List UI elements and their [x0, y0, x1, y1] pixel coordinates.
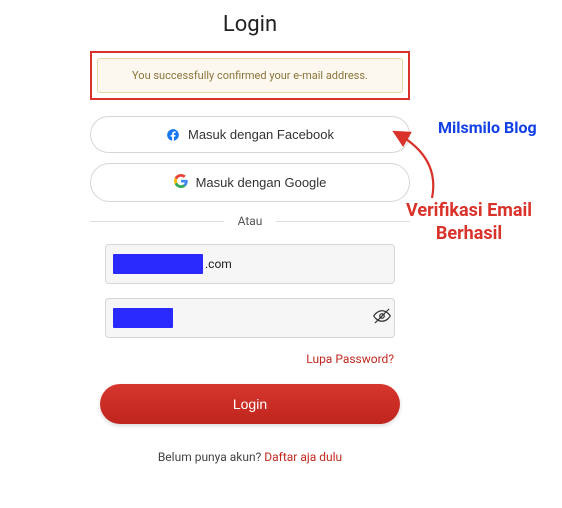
login-panel: Login You successfully confirmed your e-… — [90, 0, 410, 464]
login-button[interactable]: Login — [100, 384, 400, 424]
google-login-label: Masuk dengan Google — [196, 175, 327, 190]
signup-link[interactable]: Daftar aja dulu — [264, 450, 342, 464]
annotation-verify-line2: Berhasil — [436, 223, 502, 244]
facebook-login-label: Masuk dengan Facebook — [188, 127, 334, 142]
divider-text: Atau — [224, 214, 277, 228]
google-login-button[interactable]: Masuk dengan Google — [90, 163, 410, 202]
divider-line-left — [90, 221, 224, 222]
email-redaction — [113, 254, 203, 274]
email-suffix: .com — [205, 257, 232, 271]
signup-row: Belum punya akun? Daftar aja dulu — [90, 450, 410, 464]
success-alert-highlight: You successfully confirmed your e-mail a… — [90, 51, 410, 100]
password-wrapper — [105, 298, 395, 338]
divider-line-right — [276, 221, 410, 222]
signup-prompt: Belum punya akun? — [158, 450, 264, 464]
success-alert: You successfully confirmed your e-mail a… — [97, 58, 403, 93]
forgot-password-link[interactable]: Lupa Password? — [90, 352, 394, 366]
password-redaction — [113, 308, 173, 328]
page-title: Login — [90, 12, 410, 37]
divider: Atau — [90, 214, 410, 228]
annotation-blog-label: Milsmilo Blog — [438, 118, 537, 137]
annotation-verify-label: Verifikasi Email Berhasil — [406, 200, 532, 245]
toggle-password-icon[interactable] — [373, 307, 391, 329]
facebook-login-button[interactable]: Masuk dengan Facebook — [90, 116, 410, 153]
facebook-icon — [166, 128, 180, 142]
google-icon — [174, 174, 188, 191]
email-wrapper: .com — [105, 244, 395, 284]
annotation-verify-line1: Verifikasi Email — [406, 200, 532, 221]
